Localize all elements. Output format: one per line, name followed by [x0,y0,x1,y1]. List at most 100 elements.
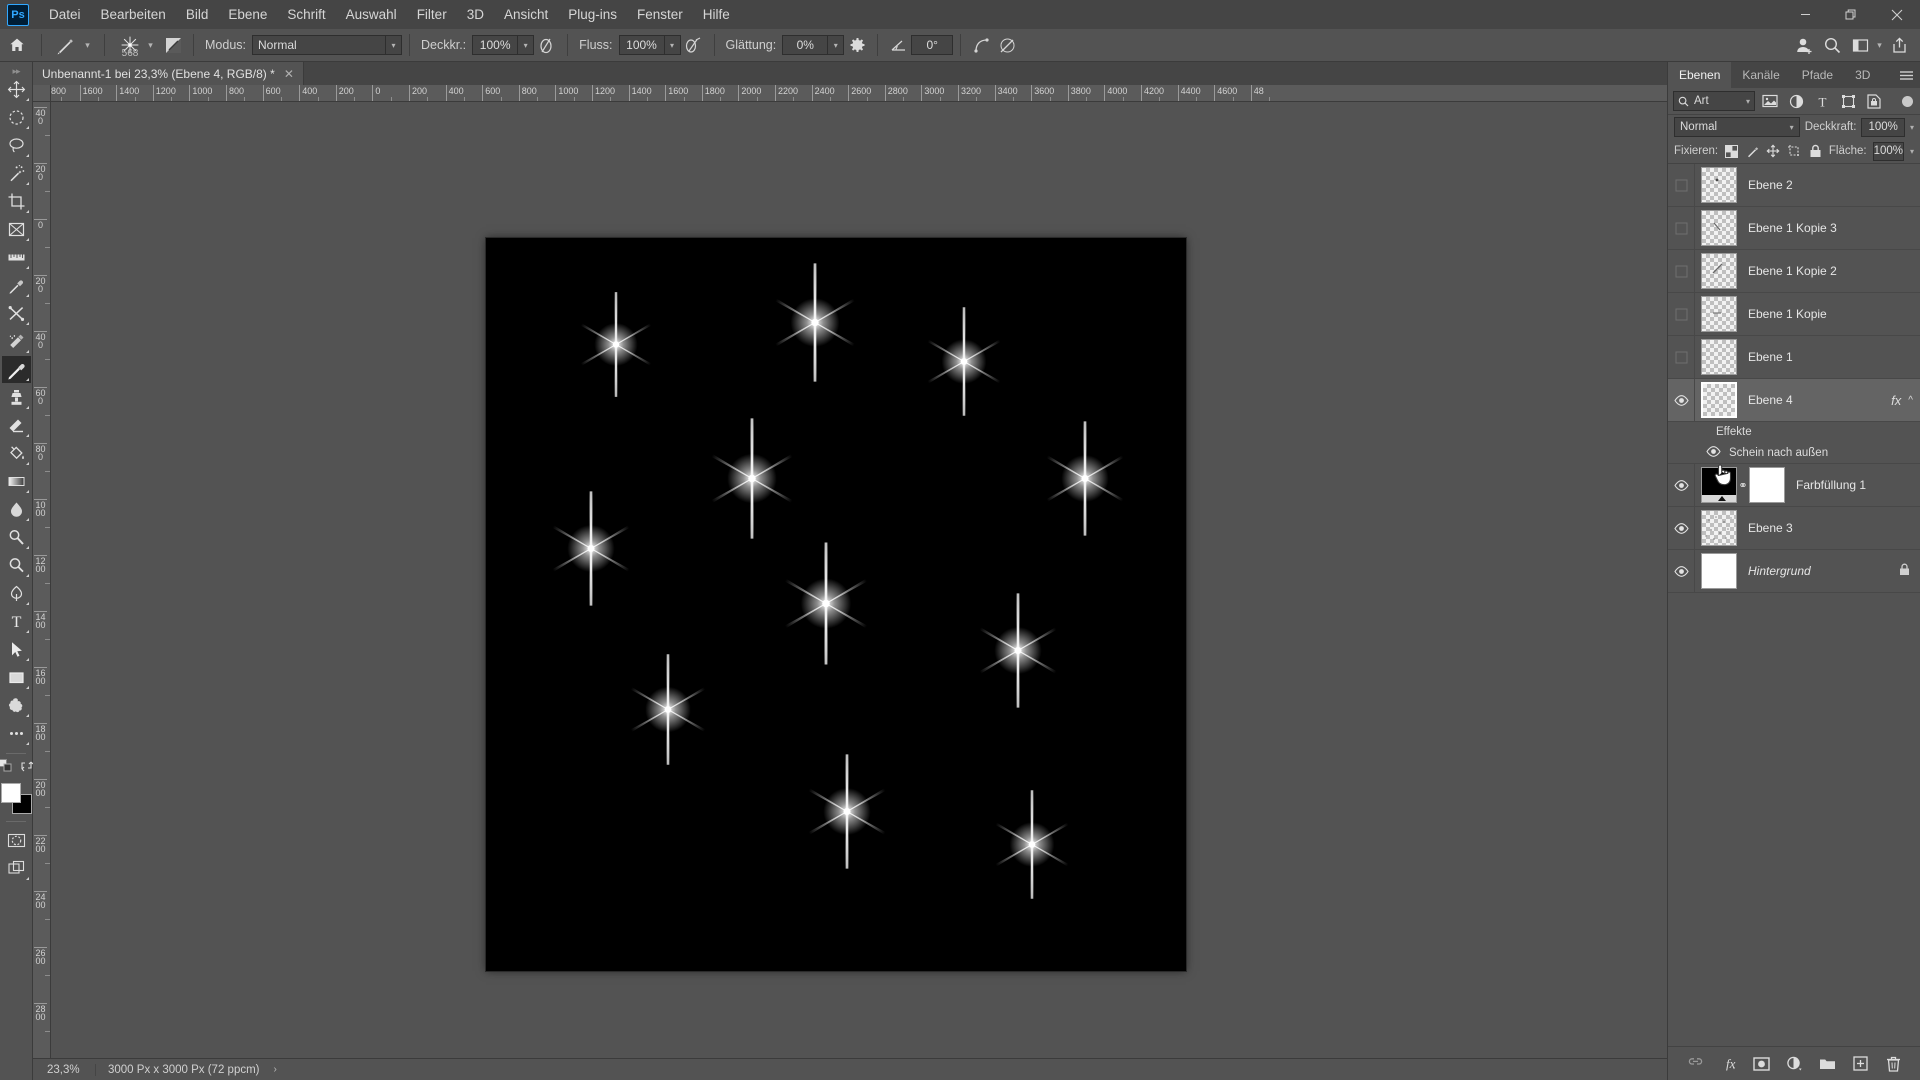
menu-item-hilfe[interactable]: Hilfe [693,3,740,26]
panel-tab-pfade[interactable]: Pfade [1791,62,1844,88]
close-button[interactable] [1874,0,1920,29]
airbrush-icon[interactable] [681,32,707,58]
foreground-color-swatch[interactable] [0,783,21,803]
layer-blend-mode-caret[interactable]: ▾ [1790,123,1794,132]
menu-item-auswahl[interactable]: Auswahl [336,3,407,26]
delete-layer-icon[interactable] [1883,1054,1903,1074]
magic-wand-tool[interactable] [2,160,31,187]
eyedropper-tool[interactable] [2,272,31,299]
lock-position-icon[interactable] [1766,140,1781,162]
layer-row[interactable]: Ebene 1 [1668,336,1920,379]
move-tool[interactable] [2,76,31,103]
image-canvas[interactable] [486,238,1186,971]
lock-transparency-icon[interactable] [1724,140,1739,162]
close-icon[interactable]: ✕ [284,67,294,81]
add-mask-icon[interactable] [1751,1054,1771,1074]
filter-kind-caret[interactable]: ▾ [1746,97,1750,106]
filter-toggle[interactable] [1902,95,1913,107]
lock-image-icon[interactable] [1745,140,1760,162]
zoom-level[interactable]: 23,3% [33,1064,95,1076]
brush-settings-picker[interactable]: 568 ▾ [112,32,160,59]
swap-colors-icon[interactable] [20,759,34,775]
blend-mode-select[interactable]: Normal ▾ [252,35,402,55]
flow-caret[interactable]: ▾ [664,35,681,55]
brush-preset-caret[interactable]: ▾ [83,40,92,51]
layer-visibility-off-icon[interactable] [1668,207,1695,249]
brush-preset-picker[interactable]: ▾ [49,32,97,58]
image-filter-icon[interactable] [1759,90,1781,112]
layer-thumbnail[interactable] [1701,167,1737,203]
chevron-up-icon[interactable]: ^ [1908,395,1913,406]
add-user-icon[interactable] [1791,32,1817,58]
menu-item-bearbeiten[interactable]: Bearbeiten [91,3,176,26]
layer-thumbnail[interactable] [1701,510,1737,546]
layer-row[interactable]: ⚭ Farbfüllung 1 [1668,464,1920,507]
menu-item-ansicht[interactable]: Ansicht [494,3,558,26]
smoothing-options-gear-icon[interactable] [844,32,870,58]
more-tools-button[interactable] [2,720,31,747]
workspace-caret[interactable]: ▾ [1875,40,1884,51]
mask-link-icon[interactable]: ⚭ [1737,479,1749,492]
smoothing-caret[interactable]: ▾ [828,35,845,55]
layer-row[interactable]: Ebene 2 [1668,164,1920,207]
brush-settings-caret[interactable]: ▾ [146,40,155,51]
dodge-tool[interactable] [2,524,31,551]
menu-item-plug-ins[interactable]: Plug-ins [558,3,627,26]
layer-visibility-off-icon[interactable] [1668,293,1695,335]
panel-tab-kan-le[interactable]: Kanäle [1731,62,1790,88]
rectangle-tool[interactable] [2,664,31,691]
layer-visibility-off-icon[interactable] [1668,336,1695,378]
layer-visibility-eye-icon[interactable] [1668,464,1695,506]
search-icon[interactable] [1819,32,1845,58]
path-selection-tool[interactable] [2,636,31,663]
layer-opacity-caret[interactable]: ▾ [1910,123,1914,132]
canvas-viewport[interactable] [51,102,1667,1058]
add-fx-icon[interactable]: fx [1718,1054,1738,1074]
blur-tool[interactable] [2,496,31,523]
type-tool[interactable]: T [2,608,31,635]
status-expand-arrow[interactable]: › [274,1064,277,1075]
smoothing-select[interactable]: 0% ▾ [782,35,845,55]
eraser-tool[interactable] [2,412,31,439]
lock-artboard-icon[interactable] [1787,140,1802,162]
menu-item-fenster[interactable]: Fenster [627,3,693,26]
layer-row[interactable]: Ebene 1 Kopie 3 [1668,207,1920,250]
screen-mode-button[interactable] [2,855,31,882]
opacity-value[interactable]: 100% [472,35,519,55]
layer-row[interactable]: Ebene 1 Kopie 2 [1668,250,1920,293]
layer-effects-badge[interactable]: fx ^ [1891,393,1913,408]
layers-list[interactable]: Ebene 2 Ebene 1 Kopie 3 Ebene 1 Kopie 2 Ebe… [1668,164,1920,1046]
type-filter-icon[interactable]: T [1811,90,1833,112]
custom-shape-tool[interactable] [2,692,31,719]
color-swatches[interactable] [0,783,32,814]
adjustment-filter-icon[interactable] [1785,90,1807,112]
document-tab[interactable]: Unbenannt-1 bei 23,3% (Ebene 4, RGB/8) *… [33,62,304,85]
flow-value[interactable]: 100% [618,35,665,55]
layer-mask-thumbnail[interactable] [1749,467,1785,503]
brush-angle-icon[interactable] [885,32,911,58]
horizontal-ruler[interactable]: 1800160014001200100080060040020002004006… [51,85,1667,102]
panel-tab-ebenen[interactable]: Ebenen [1668,62,1732,88]
crop-tool[interactable] [2,188,31,215]
default-colors-icon[interactable] [0,759,12,775]
lock-all-icon[interactable] [1808,140,1823,162]
ruler-tool[interactable] [2,244,31,271]
menu-item-ebene[interactable]: Ebene [218,3,277,26]
layer-thumbnail[interactable] [1701,210,1737,246]
filter-kind-select[interactable]: Art ▾ [1673,91,1755,111]
layer-thumbnail[interactable] [1701,253,1737,289]
layer-visibility-off-icon[interactable] [1668,250,1695,292]
pen-tool[interactable] [2,580,31,607]
share-icon[interactable] [1886,32,1912,58]
zoom-tool[interactable] [2,552,31,579]
gradient-tool[interactable] [2,468,31,495]
menu-item-datei[interactable]: Datei [39,3,91,26]
restore-button[interactable] [1828,0,1874,29]
layer-thumbnail[interactable] [1701,339,1737,375]
blend-mode-caret[interactable]: ▾ [386,35,402,55]
new-group-icon[interactable] [1817,1054,1837,1074]
opacity-caret[interactable]: ▾ [518,35,535,55]
patch-tool[interactable] [2,328,31,355]
layer-thumbnail[interactable] [1701,467,1737,503]
new-layer-icon[interactable] [1850,1054,1870,1074]
